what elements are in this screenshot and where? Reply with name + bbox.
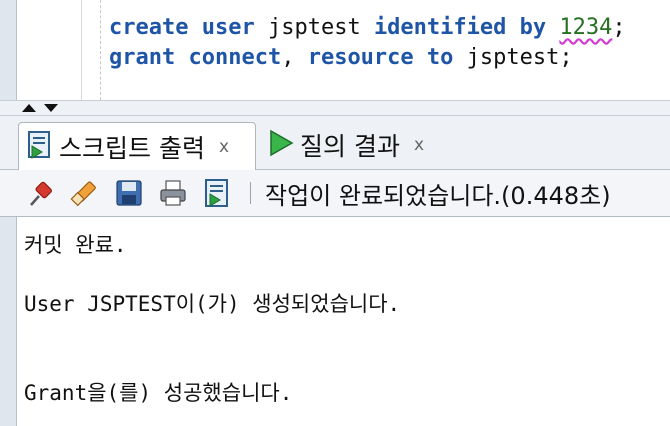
status-message: 작업이 완료되었습니다.(0.448초) bbox=[265, 181, 611, 210]
code-line-2: grant connect, resource to jsptest; bbox=[109, 45, 573, 70]
output-tab-bar: 스크립트 출력 x 질의 결과 x bbox=[0, 116, 670, 170]
script-output-panel[interactable]: 커밋 완료. User JSPTEST이(가) 생성되었습니다. Grant을(… bbox=[0, 217, 670, 426]
code-area[interactable]: create user jsptest identified by 1234; g… bbox=[109, 13, 626, 73]
close-icon[interactable]: x bbox=[414, 135, 424, 155]
run-query-icon bbox=[268, 129, 294, 161]
password-literal: 1234 bbox=[559, 15, 613, 40]
splitter-down-arrow-icon[interactable] bbox=[44, 104, 58, 112]
sql-editor[interactable]: create user jsptest identified by 1234; g… bbox=[0, 0, 670, 101]
script-icon[interactable] bbox=[202, 178, 232, 208]
toolbar-separator bbox=[250, 182, 251, 204]
tab-script-output[interactable]: 스크립트 출력 x bbox=[18, 122, 256, 170]
tab-label: 질의 결과 bbox=[300, 132, 400, 161]
panel-splitter[interactable] bbox=[0, 101, 670, 116]
script-output-icon bbox=[27, 130, 53, 163]
editor-left-edge bbox=[0, 0, 17, 100]
save-icon[interactable] bbox=[114, 178, 144, 208]
fold-guide bbox=[100, 0, 101, 100]
output-line: 커밋 완료. bbox=[24, 233, 127, 257]
output-toolbar: 작업이 완료되었습니다.(0.448초) bbox=[0, 170, 670, 217]
tab-label: 스크립트 출력 bbox=[59, 133, 205, 163]
code-line-1: create user jsptest identified by 1234; bbox=[109, 15, 626, 40]
splitter-up-arrow-icon[interactable] bbox=[22, 104, 36, 112]
output-left-edge bbox=[0, 217, 17, 426]
pin-icon[interactable] bbox=[26, 178, 56, 208]
print-icon[interactable] bbox=[158, 178, 188, 208]
eraser-icon[interactable] bbox=[70, 178, 100, 208]
editor-gutter bbox=[17, 0, 82, 100]
close-icon[interactable]: x bbox=[219, 137, 229, 157]
output-line: User JSPTEST이(가) 생성되었습니다. bbox=[24, 292, 401, 316]
output-line: Grant을(를) 성공했습니다. bbox=[24, 381, 293, 405]
tab-query-result[interactable]: 질의 결과 x bbox=[260, 122, 440, 168]
